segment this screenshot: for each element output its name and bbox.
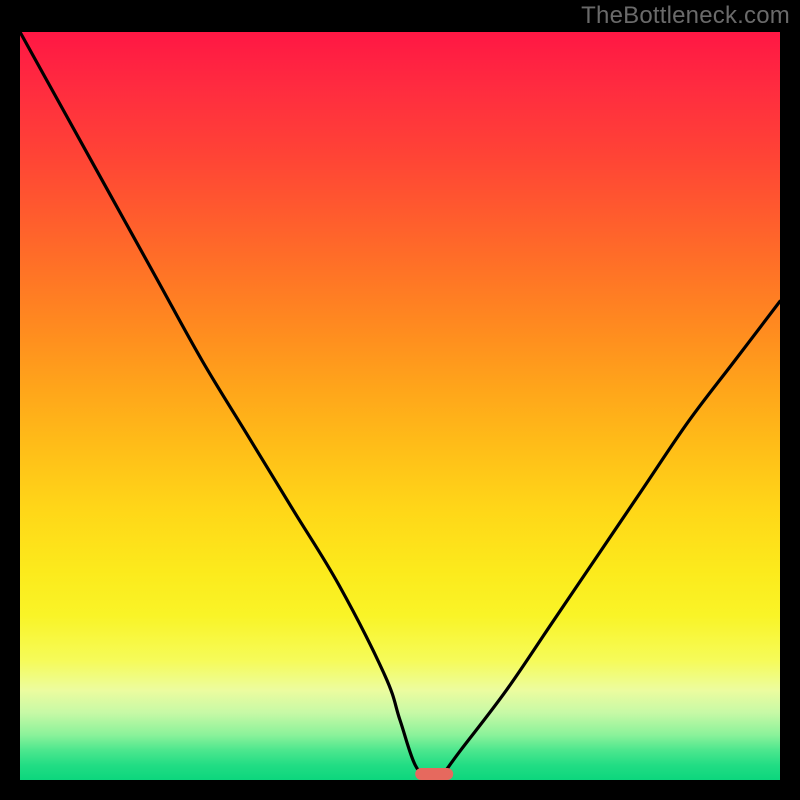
plot-area [20, 32, 780, 780]
bottleneck-curve [20, 32, 780, 780]
curve-layer [20, 32, 780, 780]
watermark-text: TheBottleneck.com [581, 2, 790, 30]
chart-frame: TheBottleneck.com [0, 0, 800, 800]
optimal-marker [415, 768, 453, 780]
